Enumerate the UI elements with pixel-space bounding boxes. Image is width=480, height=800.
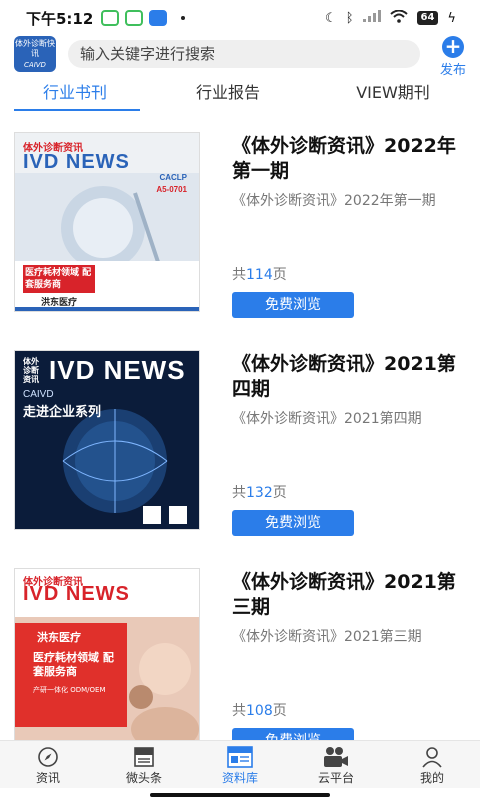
- camera-icon: [288, 745, 384, 769]
- page-count-suffix: 页: [272, 267, 287, 283]
- list-item[interactable]: 体外诊断资讯 IVD NEWS CACLP A5-0701 医疗耗材领域 配套服…: [0, 120, 480, 320]
- nav-label: 资讯: [35, 771, 60, 785]
- nav-label: 资料库: [221, 771, 258, 785]
- page-count-prefix: 共: [232, 267, 246, 283]
- charging-icon: ϟ: [447, 10, 456, 26]
- tab-journals[interactable]: 行业书刊: [0, 76, 150, 116]
- book-title[interactable]: 《体外诊断资讯》2022年第一期: [232, 134, 462, 184]
- wifi-icon: [389, 9, 408, 27]
- plus-icon: +: [442, 36, 464, 58]
- tab-active-indicator: [14, 109, 140, 111]
- book-subtitle: 《体外诊断资讯》2021第三期: [232, 629, 422, 645]
- cover-company: 洪东医疗: [41, 298, 78, 308]
- logo-sub: CAIVD: [24, 61, 46, 69]
- list-item[interactable]: 体外诊断资讯 IVD NEWS 洪东医疗 医疗耗材领域 配套服务商 产研一体化 …: [0, 556, 480, 740]
- book-subtitle: 《体外诊断资讯》2021第四期: [232, 411, 422, 427]
- cover-masthead: IVD NEWS: [23, 151, 130, 173]
- cover-issue: A5-0701: [156, 185, 187, 194]
- news-icon: [192, 745, 288, 769]
- status-icons: ☾ ᛒ 64 ϟ: [325, 9, 456, 27]
- page-count: 共114页: [232, 264, 287, 284]
- page-count-prefix: 共: [232, 703, 246, 719]
- cover-masthead: IVD NEWS: [23, 583, 130, 605]
- tab-view-journal[interactable]: VIEW期刊: [306, 76, 480, 116]
- nav-item-news[interactable]: 资讯: [0, 741, 96, 788]
- notification-app-icon: [101, 10, 120, 26]
- book-info: 《体外诊断资讯》2021第三期 《体外诊断资讯》2021第三期: [232, 570, 462, 647]
- book-info: 《体外诊断资讯》2022年第一期 《体外诊断资讯》2022年第一期: [232, 134, 462, 211]
- nav-item-library[interactable]: 资料库: [192, 741, 288, 788]
- page-count-prefix: 共: [232, 485, 246, 501]
- app-logo[interactable]: 体外诊断快讯 CAIVD: [14, 36, 56, 72]
- cover-company: 洪东医疗: [37, 631, 81, 644]
- bluetooth-icon: ᛒ: [345, 10, 354, 26]
- nav-label: 云平台: [317, 771, 354, 785]
- list-item[interactable]: 体外诊断资讯 IVD NEWS CAIVD 走进企业系列 《体外诊断资讯》202…: [0, 338, 480, 538]
- cover-banner: 医疗耗材领域 配套服务商: [25, 268, 92, 290]
- page-count-suffix: 页: [272, 703, 287, 719]
- publish-button[interactable]: + 发布: [436, 36, 470, 79]
- app-header: 体外诊断快讯 CAIVD 输入关键字进行搜索 + 发布: [0, 36, 480, 79]
- battery-icon: 64: [416, 11, 439, 25]
- book-title[interactable]: 《体外诊断资讯》2021第四期: [232, 352, 462, 402]
- bottom-nav: 资讯 微头条 资料库 云平台 我的: [0, 740, 480, 788]
- book-cover[interactable]: 体外诊断资讯 IVD NEWS 洪东医疗 医疗耗材领域 配套服务商 产研一体化 …: [14, 568, 200, 740]
- book-title[interactable]: 《体外诊断资讯》2021第三期: [232, 570, 462, 620]
- more-notifications-icon: [181, 16, 186, 20]
- tab-label: VIEW期刊: [356, 83, 430, 102]
- cover-series: 走进企业系列: [23, 405, 102, 420]
- tab-reports[interactable]: 行业报告: [150, 76, 306, 116]
- page-count-value: 114: [246, 267, 273, 283]
- book-list[interactable]: 体外诊断资讯 IVD NEWS CACLP A5-0701 医疗耗材领域 配套服…: [0, 120, 480, 740]
- user-icon: [384, 745, 480, 769]
- cover-badge: CACLP: [159, 173, 187, 182]
- page-count-value: 132: [246, 485, 273, 501]
- headline-icon: [96, 745, 192, 769]
- compass-icon: [0, 745, 96, 769]
- cover-org: CAIVD: [23, 389, 54, 400]
- page-count-suffix: 页: [272, 485, 287, 501]
- tab-label: 行业报告: [195, 83, 260, 102]
- free-view-button[interactable]: 免费浏览: [232, 292, 354, 318]
- page-count-value: 108: [246, 703, 273, 719]
- nav-item-profile[interactable]: 我的: [384, 741, 480, 788]
- notification-upload-icon: [149, 10, 168, 26]
- moon-icon: ☾: [325, 10, 337, 26]
- book-cover[interactable]: 体外诊断资讯 IVD NEWS CACLP A5-0701 医疗耗材领域 配套服…: [14, 132, 200, 312]
- notification-app-icon: [125, 10, 144, 26]
- page-count: 共108页: [232, 700, 287, 720]
- status-time: 下午5:12: [26, 9, 94, 28]
- tab-label: 行业书刊: [42, 83, 107, 102]
- tab-bar: 行业书刊 行业报告 VIEW期刊: [0, 76, 480, 116]
- nav-item-headlines[interactable]: 微头条: [96, 741, 192, 788]
- book-info: 《体外诊断资讯》2021第四期 《体外诊断资讯》2021第四期: [232, 352, 462, 429]
- signal-icon: [362, 10, 381, 26]
- nav-label: 我的: [419, 771, 444, 785]
- cover-sub: 产研一体化 ODM/OEM: [33, 686, 106, 694]
- free-view-button[interactable]: 免费浏览: [232, 510, 354, 536]
- nav-item-cloud[interactable]: 云平台: [288, 741, 384, 788]
- search-input[interactable]: 输入关键字进行搜索: [68, 40, 420, 68]
- home-gesture-bar[interactable]: [150, 793, 330, 797]
- cover-brand: 体外诊断资讯: [23, 357, 39, 384]
- logo-text: 体外诊断快讯: [15, 39, 55, 58]
- nav-label: 微头条: [125, 771, 162, 785]
- status-bar: 下午5:12 ☾ ᛒ 64 ϟ: [0, 0, 480, 36]
- free-view-button[interactable]: 免费浏览: [232, 728, 354, 740]
- page-count: 共132页: [232, 482, 287, 502]
- cover-banner: 医疗耗材领域 配套服务商: [33, 651, 114, 678]
- cover-masthead: IVD NEWS: [49, 355, 186, 385]
- book-subtitle: 《体外诊断资讯》2022年第一期: [232, 193, 436, 209]
- book-cover[interactable]: 体外诊断资讯 IVD NEWS CAIVD 走进企业系列: [14, 350, 200, 530]
